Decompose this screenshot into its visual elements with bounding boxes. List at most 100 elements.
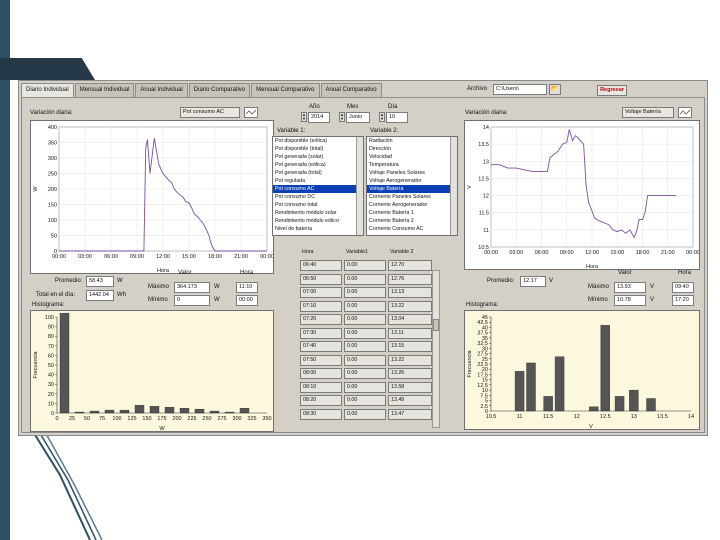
tab-anual-individual[interactable]: Anual Individual	[135, 83, 188, 97]
mes-spinner[interactable]: ▲ ▼	[339, 112, 345, 122]
right-daily-x-tick-label: 09:00	[560, 250, 574, 256]
left-plot-legend-icon[interactable]	[244, 107, 258, 118]
variable2-item[interactable]: Voltaje Paneles Solares	[367, 169, 457, 177]
table-cell[interactable]: 07:10	[300, 300, 342, 312]
left-hist-y-tick-label: 30	[48, 382, 54, 388]
variable2-item[interactable]: Corriente Batería 1	[367, 209, 457, 217]
table-cell[interactable]: 0.00	[344, 260, 386, 271]
variable1-item[interactable]: Nivel de batería	[273, 225, 363, 233]
tab-mensual-comparativo[interactable]: Mensual Comparativo	[251, 83, 320, 97]
dia-spinner[interactable]: ▲ ▼	[379, 112, 385, 122]
table-cell[interactable]: 13.22	[388, 300, 432, 312]
table-cell[interactable]: 13.47	[388, 408, 432, 420]
table-cell[interactable]: 0.00	[344, 273, 386, 285]
table-cell[interactable]: 0.00	[344, 395, 386, 406]
table-scrollbar[interactable]	[432, 270, 440, 428]
variable2-item[interactable]: Corriente Aerogenerador	[367, 201, 457, 209]
right-hist-y-tick-label: 25	[482, 357, 488, 363]
variable1-item[interactable]: Pot generada (eólica)	[273, 161, 363, 169]
variable2-list[interactable]: Radiación Dirección Velocidad Temperatura Vo…	[366, 136, 458, 236]
archivo-path-field[interactable]: C:\Users\	[493, 84, 547, 95]
variable2-item[interactable]: Velocidad	[367, 153, 457, 161]
left-variable-selector[interactable]: Pot consumo AC	[180, 107, 240, 118]
variable2-item[interactable]: Corriente Batería 2	[367, 217, 457, 225]
table-cell[interactable]: 08:20	[300, 395, 342, 406]
table-cell[interactable]: 12.70	[388, 260, 432, 271]
left-daily-y-tick-label: 150	[48, 203, 57, 209]
variable2-item[interactable]: Corriente Consumo AC	[367, 225, 457, 233]
table-cell[interactable]: 08:10	[300, 381, 342, 393]
tab-anual-comparativo[interactable]: Anual Comparativo	[320, 83, 382, 97]
variable1-item[interactable]: Pot generada (solar)	[273, 153, 363, 161]
table-cell[interactable]: 0.00	[344, 368, 386, 379]
table-cell[interactable]: 07:30	[300, 327, 342, 339]
variable2-item[interactable]: Radiación	[367, 137, 457, 145]
tab-mensual-individual[interactable]: Mensual Individual	[74, 83, 135, 97]
right-plot-legend-icon[interactable]	[678, 107, 692, 118]
table-cell[interactable]: 07:00	[300, 287, 342, 298]
variable2-item[interactable]: Corriente Paneles Solares	[367, 193, 457, 201]
anio-field[interactable]: 2014	[308, 112, 330, 123]
variable1-item[interactable]: Pot generada (total)	[273, 169, 363, 177]
left-hist-y-tick-label: 0	[51, 411, 54, 417]
regresar-button[interactable]: Regresar	[597, 85, 627, 96]
table-cell[interactable]: 06:50	[300, 273, 342, 285]
table-cell[interactable]: 13.26	[388, 368, 432, 379]
left-hist-bar	[149, 406, 160, 414]
right-maximo-label: Máximo	[588, 284, 610, 290]
table-cell[interactable]: 0.00	[344, 327, 386, 339]
variable1-list[interactable]: Pot disponible (eólica) Pot disponible (t…	[272, 136, 364, 236]
table-cell[interactable]: 0.00	[344, 314, 386, 325]
variable2-item[interactable]: Temperatura	[367, 161, 457, 169]
left-maximo-value: 364.173	[174, 282, 210, 293]
variable1-item[interactable]: Rendimiento módulo eólico	[273, 217, 363, 225]
table-cell[interactable]: 13.15	[388, 341, 432, 352]
variable1-item[interactable]: Pot consumo AC	[273, 185, 363, 193]
variable2-item[interactable]: Dirección	[367, 145, 457, 153]
left-hist-y-tick-label: 20	[48, 392, 54, 398]
table-cell[interactable]: 07:40	[300, 341, 342, 352]
table-cell[interactable]: 08:30	[300, 408, 342, 420]
right-daily-x-tick-label: 00:00	[686, 250, 699, 256]
table-cell[interactable]: 06:40	[300, 260, 342, 271]
table-cell[interactable]: 13.58	[388, 381, 432, 393]
right-daily-y-tick-label: 11	[483, 228, 489, 234]
tab-diario-individual[interactable]: Diario Individual	[21, 83, 74, 97]
table-cell[interactable]: 0.00	[344, 381, 386, 393]
variable2-item[interactable]: Voltaje Aerogenerador	[367, 177, 457, 185]
variable2-scrollbar[interactable]	[450, 137, 457, 235]
mes-field[interactable]: Junio	[346, 112, 370, 123]
table-scroll-thumb[interactable]	[433, 319, 439, 331]
right-variable-selector[interactable]: Voltaje Batería	[622, 107, 674, 118]
table-cell[interactable]: 13.22	[388, 354, 432, 366]
table-cell[interactable]: 0.00	[344, 300, 386, 312]
folder-browse-icon[interactable]: 📂	[549, 84, 561, 95]
variable1-item[interactable]: Rendimiento módulo solar	[273, 209, 363, 217]
table-cell[interactable]: 0.00	[344, 408, 386, 420]
variable2-item[interactable]: Voltaje Batería	[367, 185, 457, 193]
variable1-scrollbar[interactable]	[356, 137, 363, 235]
right-hist-x-tick-label: 11.5	[543, 414, 553, 420]
anio-spinner[interactable]: ▲ ▼	[301, 112, 307, 122]
right-daily-x-tick-label: 12:00	[585, 250, 599, 256]
left-daily-x-tick-label: 15:00	[182, 254, 196, 260]
left-histograma-label: Histograma:	[32, 302, 65, 308]
variable1-item[interactable]: Pot consumo total	[273, 201, 363, 209]
variable1-item[interactable]: Pot disponible (eólica)	[273, 137, 363, 145]
table-cell[interactable]: 07:50	[300, 354, 342, 366]
tab-diario-comparativo[interactable]: Diario Comparativo	[188, 83, 251, 97]
table-cell[interactable]: 13.11	[388, 327, 432, 339]
dia-field[interactable]: 10	[386, 112, 408, 123]
table-cell[interactable]: 13.13	[388, 287, 432, 298]
table-cell[interactable]: 0.00	[344, 341, 386, 352]
table-cell[interactable]: 0.00	[344, 354, 386, 366]
table-cell[interactable]: 07:20	[300, 314, 342, 325]
variable1-item[interactable]: Pot consumo DC	[273, 193, 363, 201]
table-cell[interactable]: 0.00	[344, 287, 386, 298]
table-cell[interactable]: 13.49	[388, 395, 432, 406]
table-cell[interactable]: 13.04	[388, 314, 432, 325]
table-cell[interactable]: 12.76	[388, 273, 432, 285]
table-cell[interactable]: 08:00	[300, 368, 342, 379]
variable1-item[interactable]: Pot regulada	[273, 177, 363, 185]
variable1-item[interactable]: Pot disponible (total)	[273, 145, 363, 153]
